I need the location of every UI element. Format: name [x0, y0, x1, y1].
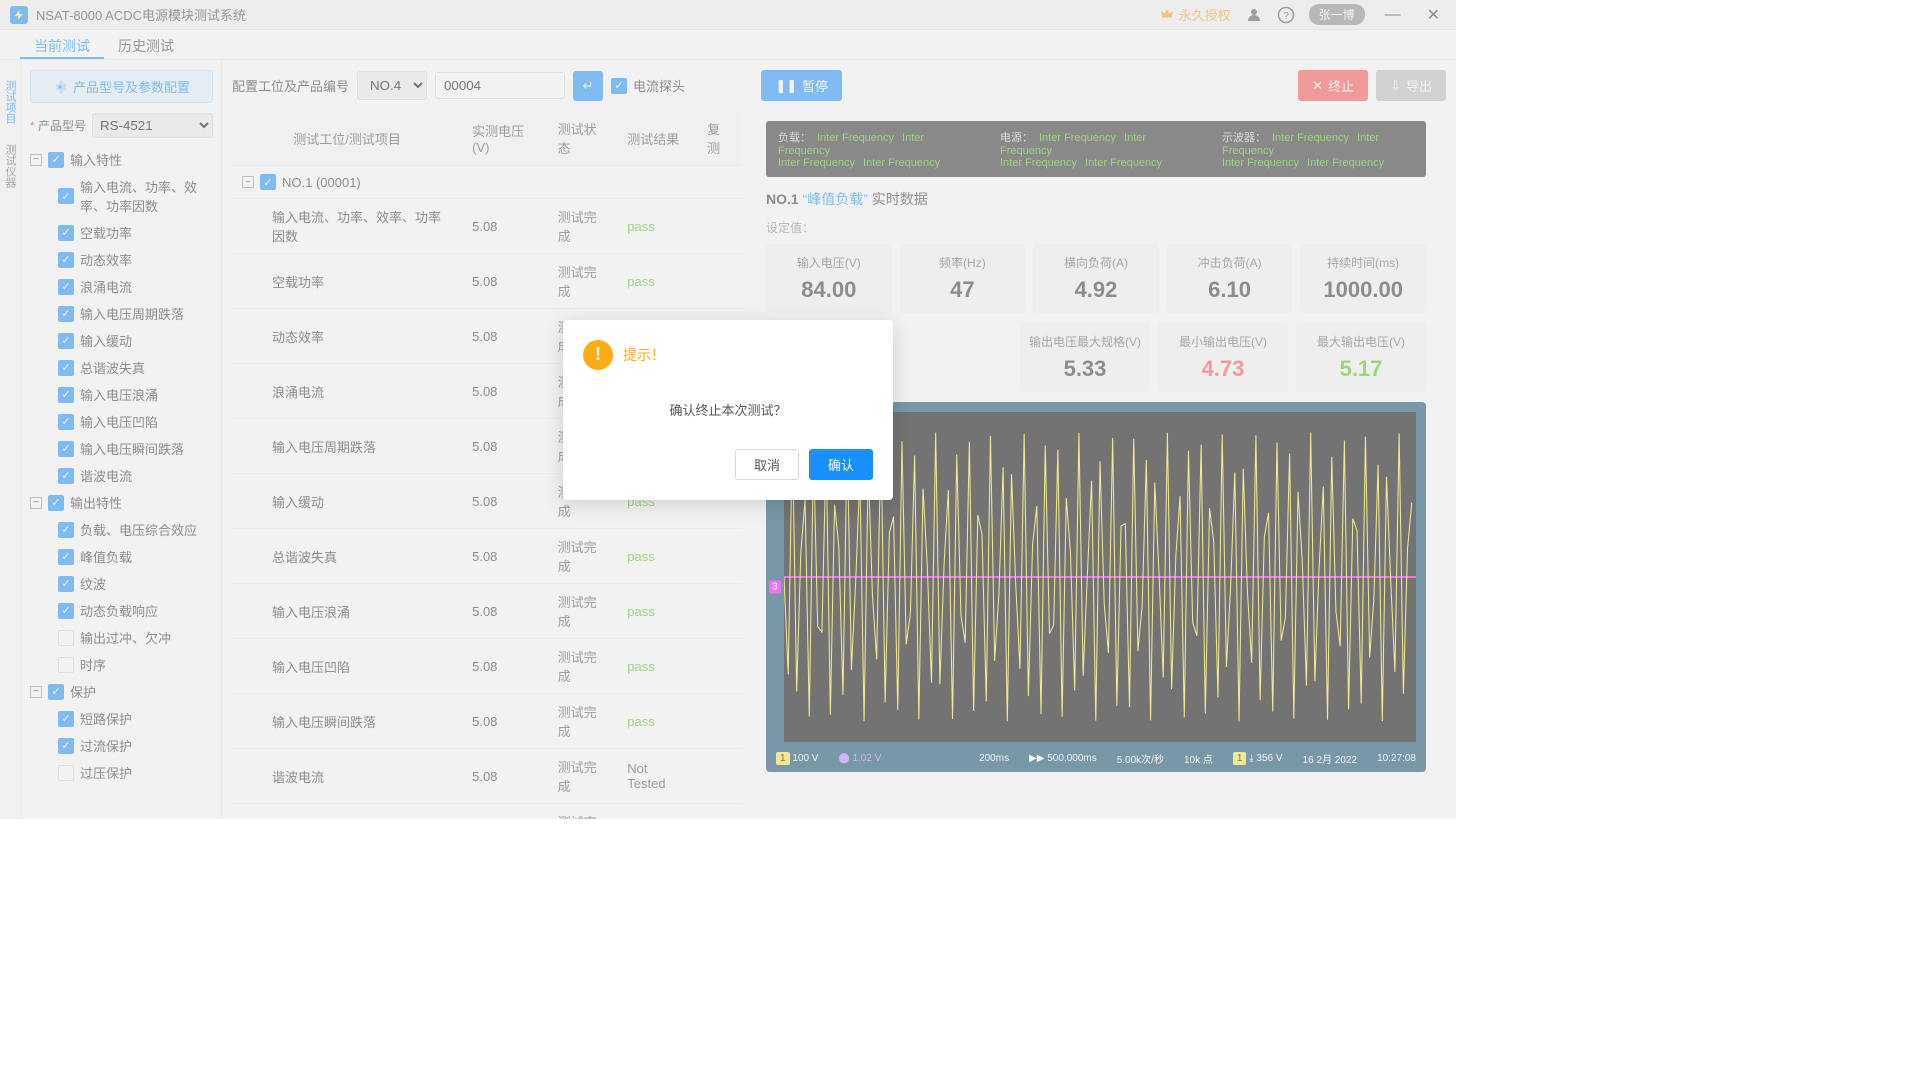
confirm-modal: ! 提示！ 确认终止本次测试？ 取消 确认 — [563, 320, 893, 500]
modal-title: 提示！ — [623, 345, 665, 365]
modal-overlay: ! 提示！ 确认终止本次测试？ 取消 确认 — [0, 0, 1456, 819]
modal-ok-button[interactable]: 确认 — [809, 449, 873, 480]
warning-icon: ! — [583, 340, 613, 370]
modal-cancel-button[interactable]: 取消 — [735, 449, 799, 480]
modal-body: 确认终止本次测试？ — [583, 400, 873, 419]
